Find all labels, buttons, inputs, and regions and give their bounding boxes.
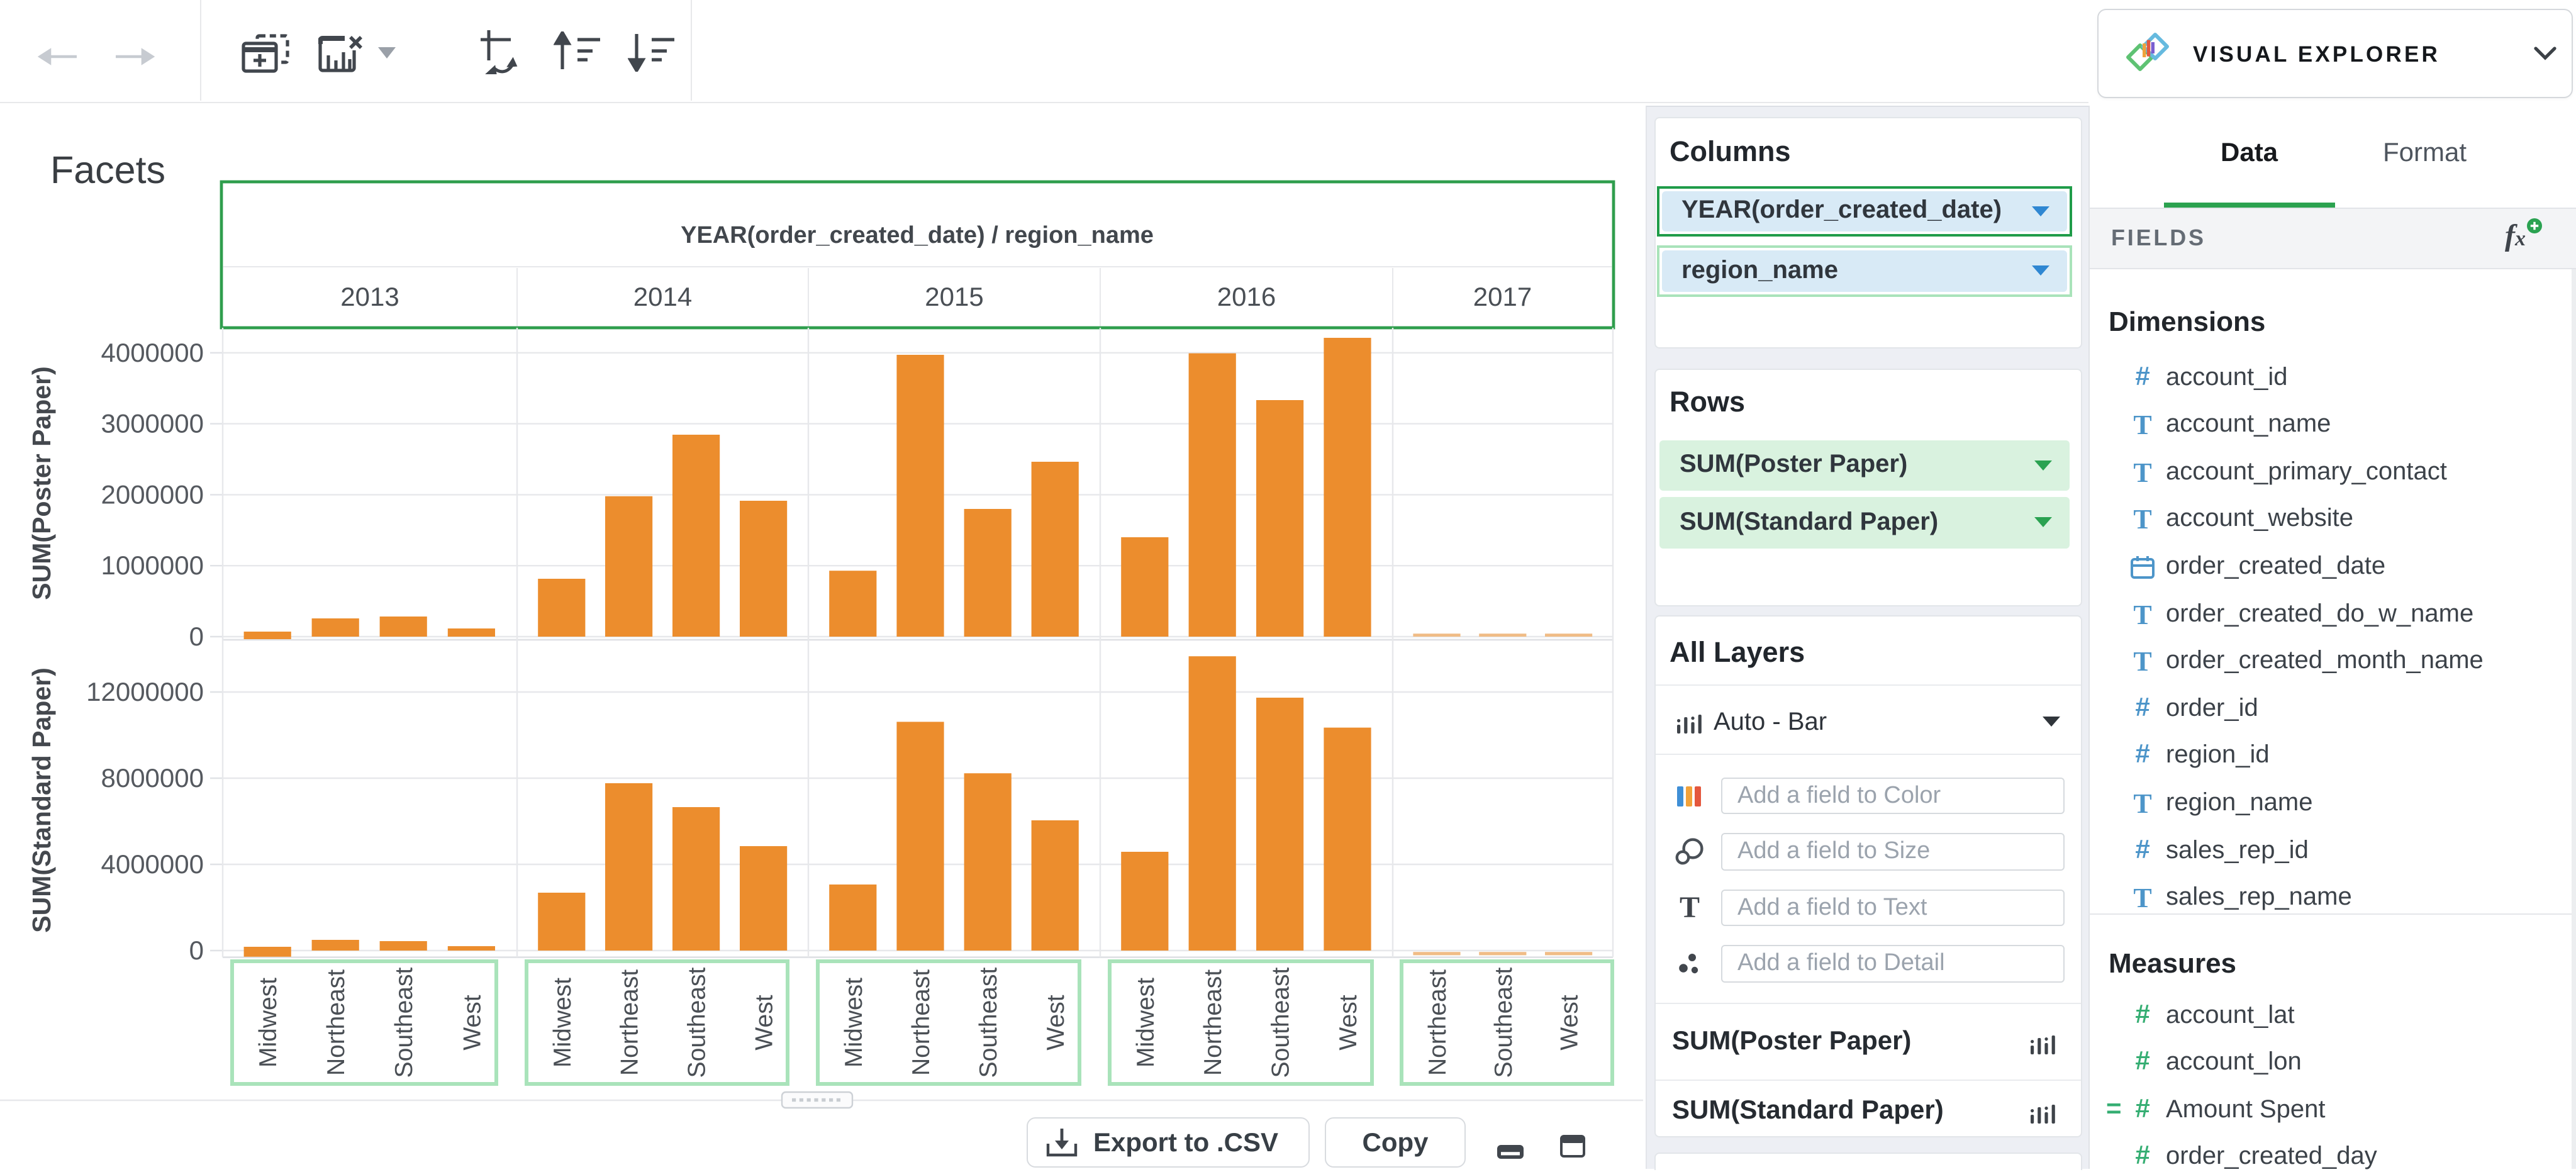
svg-text:West: West [459,995,486,1050]
svg-text:SUM(Poster Paper): SUM(Poster Paper) [27,366,56,600]
svg-text:Midwest: Midwest [1132,978,1159,1068]
svg-text:Southeast: Southeast [975,968,1002,1078]
svg-text:West: West [1556,995,1583,1050]
svg-text:West: West [1042,995,1069,1050]
svg-text:Southeast: Southeast [391,968,418,1078]
svg-text:0: 0 [189,622,204,651]
svg-text:2013: 2013 [340,282,399,311]
svg-text:2015: 2015 [925,282,983,311]
svg-text:Northeast: Northeast [1424,969,1451,1076]
svg-text:Midwest: Midwest [255,978,282,1068]
svg-text:8000000: 8000000 [101,763,204,793]
svg-text:2014: 2014 [633,282,692,311]
svg-text:West: West [751,995,778,1050]
svg-text:2017: 2017 [1473,282,1532,311]
svg-text:Southeast: Southeast [684,968,711,1078]
svg-text:West: West [1335,995,1362,1050]
svg-text:Northeast: Northeast [1200,969,1227,1076]
svg-text:3000000: 3000000 [101,409,204,438]
svg-text:Northeast: Northeast [323,969,350,1076]
svg-text:SUM(Standard Paper): SUM(Standard Paper) [27,667,56,932]
svg-text:Southeast: Southeast [1268,968,1295,1078]
svg-text:2000000: 2000000 [101,479,204,509]
svg-text:Midwest: Midwest [549,978,576,1068]
svg-text:YEAR(order_created_date) / reg: YEAR(order_created_date) / region_name [681,222,1154,248]
svg-text:Northeast: Northeast [616,969,644,1076]
svg-text:Southeast: Southeast [1490,968,1517,1078]
svg-text:4000000: 4000000 [101,338,204,367]
svg-text:12000000: 12000000 [86,677,204,706]
svg-text:Midwest: Midwest [840,978,867,1068]
svg-text:0: 0 [189,935,204,965]
svg-text:Northeast: Northeast [908,969,935,1076]
svg-text:Facets: Facets [50,148,165,191]
svg-text:2016: 2016 [1217,282,1276,311]
svg-text:4000000: 4000000 [101,849,204,879]
svg-text:1000000: 1000000 [101,550,204,580]
